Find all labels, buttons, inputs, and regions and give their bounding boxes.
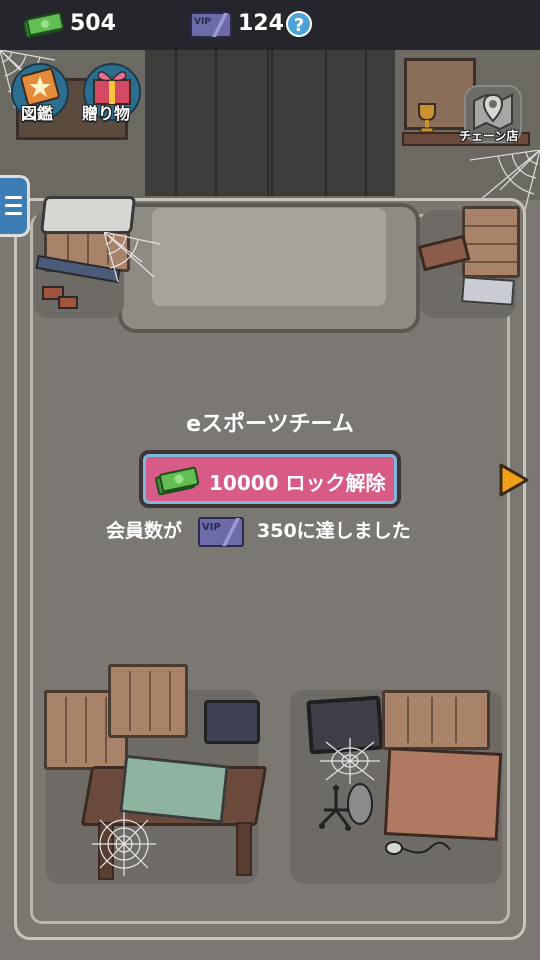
cash-icon (23, 12, 64, 38)
cobweb-decoration (92, 812, 156, 876)
cobweb-decoration (104, 232, 160, 282)
svg-text:VIP: VIP (202, 522, 221, 533)
gifts-label: 贈り物 (82, 104, 131, 123)
currency-bar: 504 VIP 124 ? (0, 0, 540, 50)
trophy-icon (418, 103, 436, 133)
stage-rug (152, 208, 386, 306)
menu-icon (5, 196, 22, 215)
room-title: eスポーツチーム (186, 412, 354, 437)
unlock-label: 10000 ロック解除 (209, 471, 386, 495)
chain-store-label: チェーン店 (459, 129, 519, 143)
vip-card-icon: VIP (190, 12, 232, 38)
scattered-paper (461, 276, 515, 306)
encyclopedia-label: 図鑑 (21, 104, 54, 123)
wooden-crate (382, 690, 490, 750)
wooden-crate (108, 664, 188, 738)
stacked-boards (383, 747, 503, 841)
next-room-arrow-icon[interactable] (498, 462, 530, 498)
curtain (145, 50, 395, 196)
cable-mouse-icon (385, 841, 451, 855)
map-pin-icon (473, 93, 513, 131)
vip-member-count: 124 (238, 11, 284, 36)
cash-icon (155, 466, 200, 496)
crate-cover-cloth (40, 196, 136, 234)
cash-amount: 504 (70, 11, 116, 36)
svg-text:VIP: VIP (194, 17, 211, 27)
requirement-suffix: 350に達しました (257, 520, 411, 542)
unlock-button[interactable]: 10000 ロック解除 (139, 450, 401, 508)
pen-holder (204, 700, 260, 744)
brick-pile (58, 296, 78, 309)
office-chair-icon (319, 783, 373, 831)
desk-leg (236, 822, 252, 876)
requirement-prefix: 会員数が (106, 520, 183, 542)
side-menu-button[interactable] (0, 175, 30, 237)
cobweb-decoration (320, 738, 380, 784)
stacked-planks (462, 206, 520, 278)
help-button[interactable]: ? (286, 11, 312, 37)
vip-card-icon: VIP (198, 517, 244, 547)
